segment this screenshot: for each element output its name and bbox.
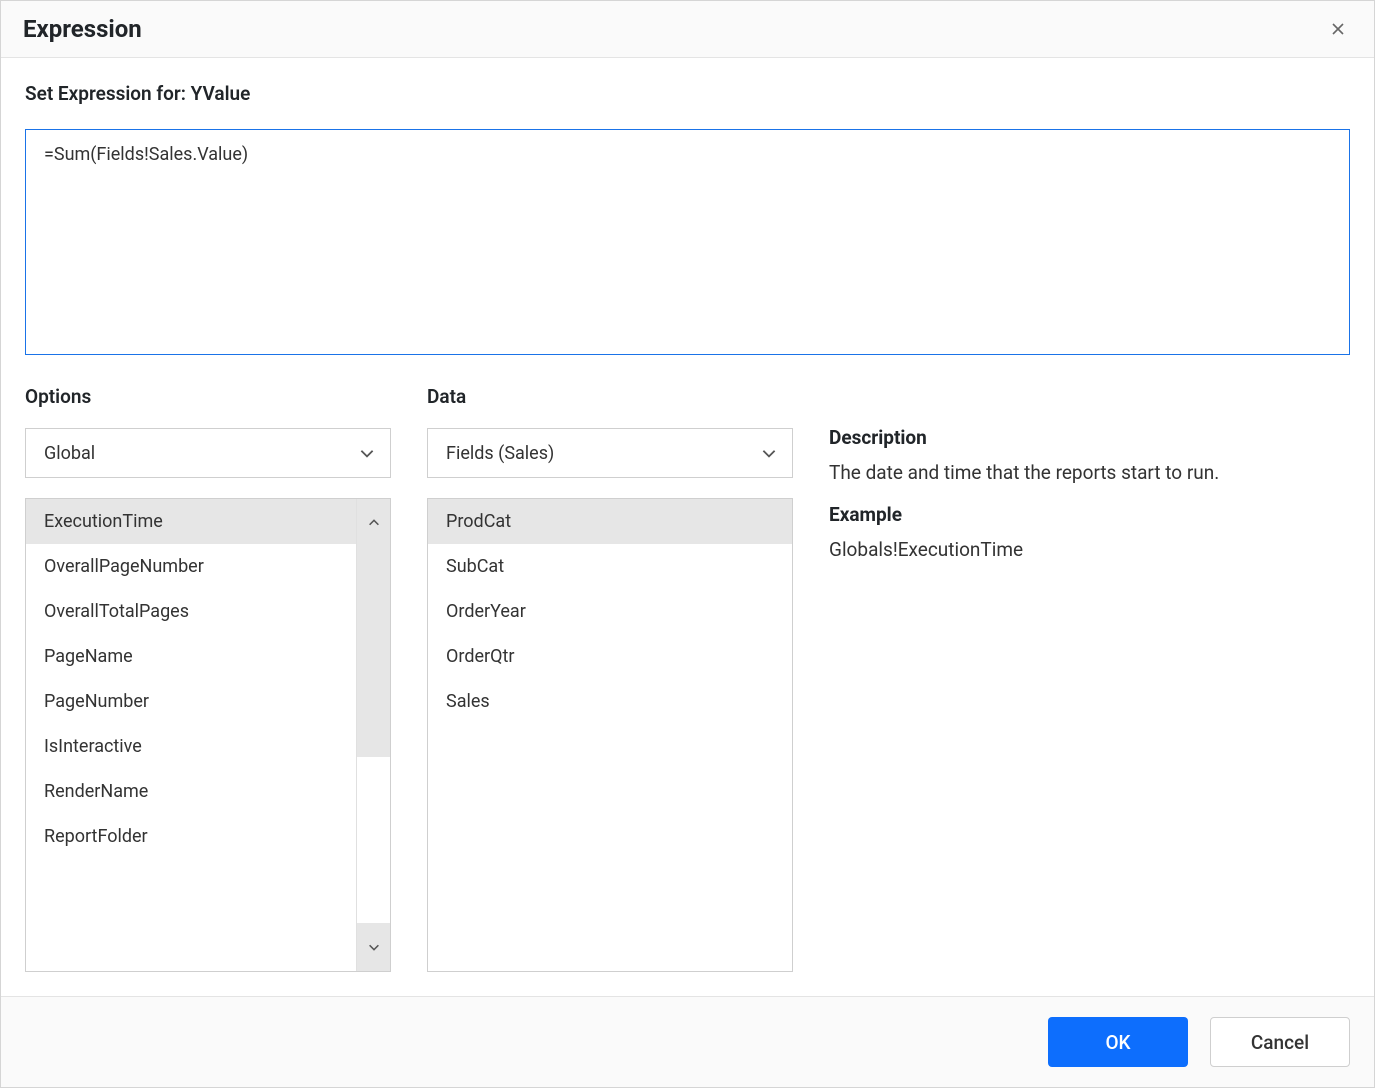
options-list-item[interactable]: IsInteractive — [26, 724, 356, 769]
description-label: Description — [829, 424, 1350, 453]
description-block: Description The date and time that the r… — [829, 424, 1350, 487]
options-list-item[interactable]: ExecutionTime — [26, 499, 356, 544]
data-heading: Data — [427, 385, 793, 408]
cancel-button[interactable]: Cancel — [1210, 1017, 1350, 1067]
dialog-footer: OK Cancel — [1, 996, 1374, 1087]
options-panel: Options Global ExecutionTimeOverallPageN… — [25, 385, 391, 972]
example-label: Example — [829, 501, 1350, 530]
description-panel: Description The date and time that the r… — [829, 385, 1350, 972]
set-expression-label: Set Expression for: YValue — [25, 82, 1350, 105]
chevron-down-icon — [367, 940, 381, 954]
data-list-item[interactable]: OrderQtr — [428, 634, 792, 679]
options-list-item[interactable]: RenderName — [26, 769, 356, 814]
chevron-up-icon — [367, 516, 381, 530]
scrollbar[interactable] — [356, 499, 390, 971]
panels: Options Global ExecutionTimeOverallPageN… — [25, 385, 1350, 972]
ok-button[interactable]: OK — [1048, 1017, 1188, 1067]
expression-input[interactable] — [25, 129, 1350, 355]
data-select[interactable]: Fields (Sales) — [427, 428, 793, 478]
data-select-value: Fields (Sales) — [446, 443, 554, 464]
dialog-header: Expression — [1, 1, 1374, 58]
options-listbox[interactable]: ExecutionTimeOverallPageNumberOverallTot… — [25, 498, 391, 972]
dialog-title: Expression — [23, 15, 142, 43]
options-heading: Options — [25, 385, 391, 408]
data-panel: Data Fields (Sales) ProdCatSubCatOrderYe… — [427, 385, 793, 972]
data-list-item[interactable]: OrderYear — [428, 589, 792, 634]
options-select[interactable]: Global — [25, 428, 391, 478]
options-select-value: Global — [44, 443, 95, 464]
options-list-item[interactable]: PageName — [26, 634, 356, 679]
scroll-down-button[interactable] — [357, 923, 391, 971]
close-icon — [1330, 21, 1346, 37]
expression-dialog: Expression Set Expression for: YValue Op… — [0, 0, 1375, 1088]
scroll-up-button[interactable] — [357, 499, 391, 547]
close-button[interactable] — [1324, 15, 1352, 43]
description-text: The date and time that the reports start… — [829, 459, 1350, 488]
data-list-item[interactable]: Sales — [428, 679, 792, 724]
example-block: Example Globals!ExecutionTime — [829, 501, 1350, 564]
chevron-down-icon — [358, 444, 376, 462]
options-list-item[interactable]: ReportFolder — [26, 814, 356, 859]
example-text: Globals!ExecutionTime — [829, 536, 1350, 565]
dialog-body: Set Expression for: YValue Options Globa… — [1, 58, 1374, 996]
scrollbar-thumb[interactable] — [357, 547, 391, 757]
data-list-item[interactable]: SubCat — [428, 544, 792, 589]
options-list-item[interactable]: PageNumber — [26, 679, 356, 724]
options-list-item[interactable]: OverallTotalPages — [26, 589, 356, 634]
data-list-item[interactable]: ProdCat — [428, 499, 792, 544]
data-listbox[interactable]: ProdCatSubCatOrderYearOrderQtrSales — [427, 498, 793, 972]
chevron-down-icon — [760, 444, 778, 462]
options-list-item[interactable]: OverallPageNumber — [26, 544, 356, 589]
